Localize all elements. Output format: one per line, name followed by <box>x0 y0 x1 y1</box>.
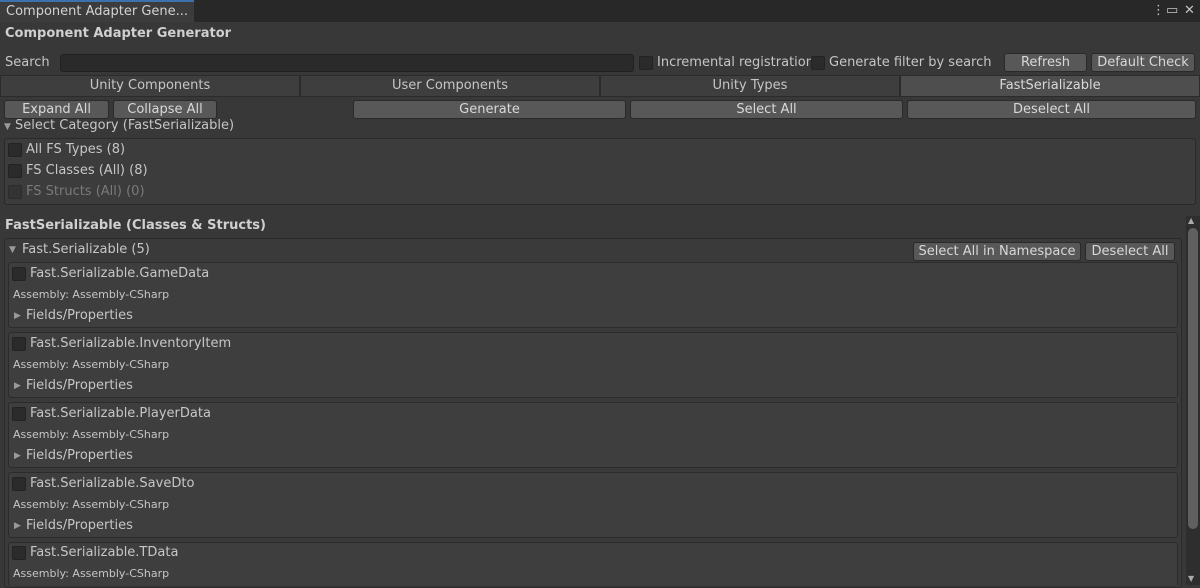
type-name: Fast.Serializable.InventoryItem <box>30 336 232 351</box>
namespace-title[interactable]: Fast.Serializable (5) <box>22 242 150 257</box>
type-assembly: Assembly: Assembly-CSharp <box>13 358 170 371</box>
type-name: Fast.Serializable.SaveDto <box>30 476 195 491</box>
type-checkbox[interactable] <box>12 337 26 351</box>
namespace-deselect-all-button[interactable]: Deselect All <box>1085 242 1175 261</box>
type-checkbox[interactable] <box>12 546 26 560</box>
page-title: Component Adapter Generator <box>5 26 232 41</box>
tab-unity-components[interactable]: Unity Components <box>0 75 300 97</box>
type-checkbox[interactable] <box>12 477 26 491</box>
chevron-down-icon[interactable]: ▼ <box>4 122 11 132</box>
type-assembly: Assembly: Assembly-CSharp <box>13 428 170 441</box>
chevron-right-icon[interactable]: ▶ <box>14 311 21 321</box>
chevron-right-icon[interactable]: ▶ <box>14 451 21 461</box>
incremental-checkbox[interactable] <box>639 56 653 70</box>
type-name: Fast.Serializable.GameData <box>30 266 210 281</box>
category-label-classes: FS Classes (All) (8) <box>26 163 148 178</box>
type-name: Fast.Serializable.TData <box>30 545 179 560</box>
type-checkbox[interactable] <box>12 267 26 281</box>
select-all-in-namespace-button[interactable]: Select All in Namespace <box>913 242 1081 261</box>
category-box <box>4 138 1196 205</box>
search-input[interactable] <box>60 54 634 72</box>
category-checkbox-classes[interactable] <box>8 164 22 178</box>
refresh-button[interactable]: Refresh <box>1004 53 1087 72</box>
category-checkbox-all[interactable] <box>8 143 22 157</box>
incremental-label: Incremental registration <box>657 55 814 70</box>
chevron-down-icon[interactable]: ▼ <box>9 245 16 255</box>
collapse-all-button[interactable]: Collapse All <box>113 100 217 119</box>
fields-properties-foldout[interactable]: Fields/Properties <box>26 518 133 533</box>
fields-properties-foldout[interactable]: Fields/Properties <box>26 448 133 463</box>
tab-fastserializable[interactable]: FastSerializable <box>900 75 1200 97</box>
fields-properties-foldout[interactable]: Fields/Properties <box>26 378 133 393</box>
category-checkbox-structs <box>8 185 22 199</box>
search-label: Search <box>5 55 50 70</box>
tab-user-components[interactable]: User Components <box>300 75 600 97</box>
chevron-right-icon[interactable]: ▶ <box>14 521 21 531</box>
chevron-right-icon[interactable]: ▶ <box>14 381 21 391</box>
type-assembly: Assembly: Assembly-CSharp <box>13 288 170 301</box>
category-label-all: All FS Types (8) <box>26 142 126 157</box>
category-title[interactable]: Select Category (FastSerializable) <box>15 118 234 133</box>
fields-properties-foldout[interactable]: Fields/Properties <box>26 308 133 323</box>
type-assembly: Assembly: Assembly-CSharp <box>13 567 170 580</box>
select-all-button[interactable]: Select All <box>630 100 903 119</box>
scrollbar-thumb[interactable] <box>1188 228 1198 529</box>
close-icon[interactable]: ✕ <box>1184 2 1195 20</box>
default-check-button[interactable]: Default Check <box>1091 53 1195 72</box>
scroll-up-icon[interactable]: ▲ <box>1188 216 1194 225</box>
more-options-icon[interactable]: ⋮ <box>1152 2 1165 20</box>
type-card <box>8 542 1178 585</box>
section-title: FastSerializable (Classes & Structs) <box>5 218 266 233</box>
tab-unity-types[interactable]: Unity Types <box>600 75 900 97</box>
deselect-all-button[interactable]: Deselect All <box>907 100 1196 119</box>
category-label-structs: FS Structs (All) (0) <box>26 184 145 199</box>
filter-by-search-label: Generate filter by search <box>829 55 992 70</box>
type-assembly: Assembly: Assembly-CSharp <box>13 498 170 511</box>
filter-by-search-checkbox[interactable] <box>811 56 825 70</box>
type-name: Fast.Serializable.PlayerData <box>30 406 211 421</box>
maximize-icon[interactable]: ▭ <box>1166 2 1178 20</box>
window-tab[interactable]: Component Adapter Gene... <box>0 0 195 22</box>
expand-all-button[interactable]: Expand All <box>4 100 109 119</box>
generate-button[interactable]: Generate <box>353 100 626 119</box>
scroll-down-icon[interactable]: ▼ <box>1188 574 1194 583</box>
type-checkbox[interactable] <box>12 407 26 421</box>
